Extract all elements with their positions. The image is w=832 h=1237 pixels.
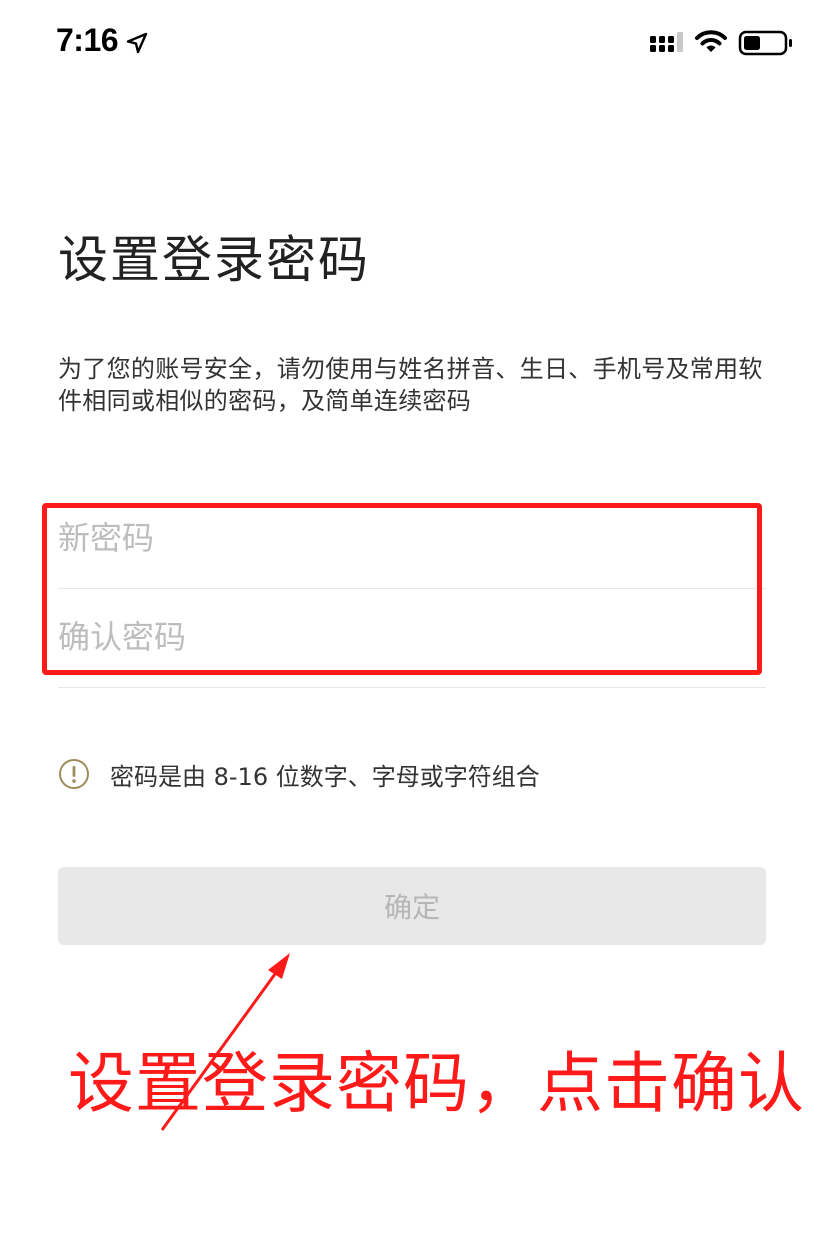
confirm-password-field-row [58, 589, 766, 688]
page-title: 设置登录密码 [58, 231, 370, 289]
exclamation-circle-icon [59, 759, 89, 789]
new-password-input[interactable] [58, 490, 758, 586]
password-form [58, 490, 766, 690]
security-description: 为了您的账号安全，请勿使用与姓名拼音、生日、手机号及常用软件相同或相似的密码，及… [58, 355, 763, 415]
password-hint-text: 密码是由 8-16 位数字、字母或字符组合 [110, 762, 540, 791]
confirm-button[interactable]: 确定 [58, 867, 766, 945]
cellular-signal-icon [650, 32, 683, 52]
annotation-text: 设置登录密码，点击确认 [68, 1045, 805, 1122]
wifi-icon [695, 30, 727, 52]
status-time: 7:16 [56, 22, 119, 58]
battery-icon [738, 30, 792, 56]
new-password-field-row [58, 490, 766, 589]
status-bar: 7:16 [0, 0, 832, 90]
confirm-password-input[interactable] [58, 589, 758, 685]
location-arrow-icon [126, 32, 148, 54]
password-hint: 密码是由 8-16 位数字、字母或字符组合 [58, 756, 540, 792]
